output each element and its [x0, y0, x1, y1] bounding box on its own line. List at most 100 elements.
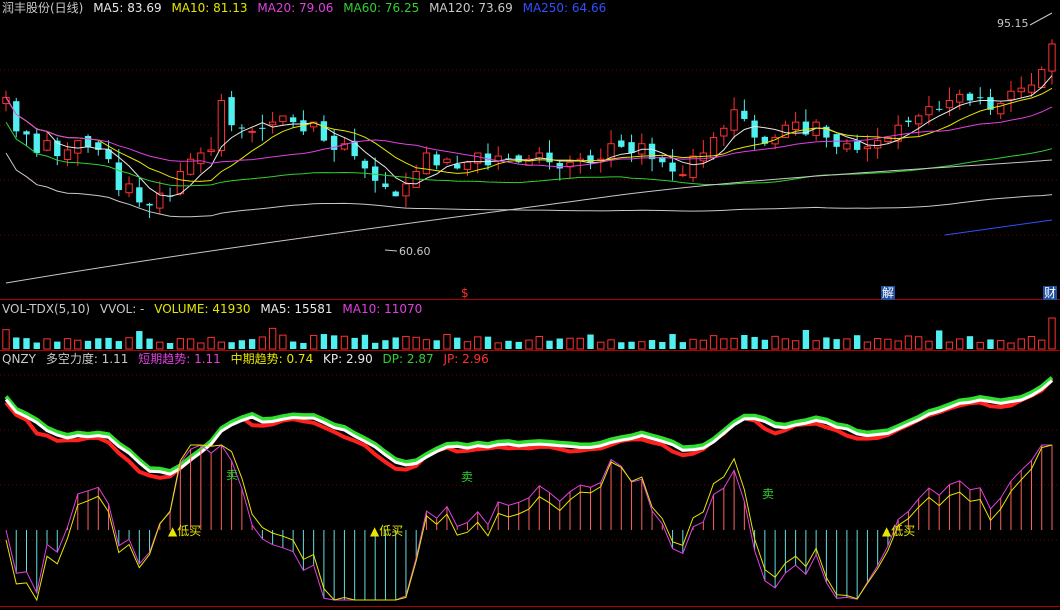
volume-bar — [463, 341, 472, 350]
volume-bar — [115, 341, 122, 349]
volume-bar — [351, 337, 358, 349]
candle-body — [730, 109, 738, 131]
candle-body — [23, 131, 30, 135]
candle-body — [546, 152, 553, 163]
volume-bar — [802, 329, 810, 349]
volume-bar — [23, 338, 30, 349]
volume-bar — [74, 339, 82, 350]
candle-body — [217, 99, 226, 152]
candle-body — [125, 183, 133, 194]
volume-bar — [823, 337, 830, 349]
volume-bar — [936, 330, 943, 349]
panel-divider-volume — [0, 299, 1060, 300]
volume-bar — [84, 340, 92, 349]
panel-divider-bottom — [0, 606, 1060, 607]
volume-bar — [279, 334, 287, 350]
volume-bar — [873, 338, 882, 350]
volume-bar — [781, 338, 790, 350]
volume-bar — [54, 341, 61, 349]
volume-bar — [382, 340, 389, 349]
candle-body — [873, 140, 882, 149]
volume-label: VOLUME: 41930 — [154, 302, 251, 316]
volume-bar — [689, 338, 697, 350]
volume-bar — [956, 338, 964, 350]
volume-bar — [1017, 338, 1025, 350]
dp-line — [4, 376, 1054, 474]
low-price-pointer — [384, 249, 398, 252]
candle-body — [853, 141, 861, 150]
volume-bar — [402, 335, 410, 350]
high-price-pointer — [1029, 12, 1053, 26]
qnzy-indicator — [4, 376, 1054, 480]
candle-body — [977, 97, 984, 99]
candle-body — [176, 171, 185, 195]
candle-body — [268, 121, 277, 126]
volume-bar — [2, 329, 10, 350]
candle-body — [115, 162, 122, 191]
vvol-label: VVOL: - — [99, 302, 145, 316]
candle-body — [382, 183, 389, 187]
volume-bar — [699, 339, 708, 350]
volume-bar — [361, 334, 369, 349]
volume-bar — [535, 335, 543, 350]
candle-body — [63, 149, 72, 160]
candle-body — [905, 120, 912, 123]
volume-bar — [1007, 342, 1015, 350]
ind-name[interactable]: QNZY — [2, 352, 36, 366]
volume-bar — [843, 338, 851, 350]
volume-bar — [258, 336, 267, 350]
ma5-label: MA5: 83.69 — [93, 1, 162, 15]
volume-bar — [43, 338, 51, 350]
unlock-mark[interactable]: 解 — [881, 286, 896, 300]
volume-bar — [556, 338, 563, 349]
volume-bar — [371, 342, 379, 349]
volume-bar — [884, 338, 892, 350]
vol-ma10-label: MA10: 11070 — [342, 302, 423, 316]
volume-bar — [1038, 339, 1046, 350]
volume-bar — [791, 340, 800, 350]
candle-body — [618, 140, 625, 147]
volume-bar — [197, 342, 205, 350]
low-price-label: 60.60 — [399, 245, 431, 258]
candle-body — [556, 163, 563, 169]
candle-body — [279, 115, 287, 123]
dividend-mark[interactable]: $ — [461, 286, 469, 300]
candle-body — [443, 158, 451, 163]
volume-bar — [422, 339, 431, 350]
volume-bar — [300, 342, 307, 349]
stock-title[interactable]: 润丰股份(日线) — [2, 1, 83, 15]
candle-body — [587, 155, 594, 163]
volume-bar — [904, 335, 913, 350]
volume-bar — [812, 340, 820, 350]
volume-bar — [1027, 335, 1036, 350]
volume-bar — [566, 337, 574, 350]
candle-body — [207, 149, 215, 153]
volume-bar — [330, 335, 338, 349]
volume-bar — [546, 340, 553, 349]
main-header: 润丰股份(日线) MA5: 83.69 MA10: 81.13 MA20: 79… — [2, 0, 612, 16]
candle-body — [463, 161, 472, 170]
volume-bar — [976, 341, 984, 350]
candle-body — [679, 174, 687, 177]
candle-body — [648, 143, 656, 160]
candle-body — [392, 191, 399, 197]
vol-indicator-name[interactable]: VOL-TDX(5,10) — [2, 302, 90, 316]
volume-bar — [833, 339, 840, 349]
volume-bar — [720, 338, 728, 350]
volume-bar — [494, 342, 502, 350]
candle-body — [791, 121, 800, 131]
candle-body — [146, 203, 153, 206]
ind-jp: JP: 2.96 — [443, 352, 489, 366]
volume-bar — [638, 341, 646, 350]
volume-bar — [1048, 317, 1056, 350]
volume-bar — [659, 341, 666, 349]
volume-bar — [309, 334, 318, 350]
volume-bar — [95, 338, 102, 349]
volume-bar — [186, 338, 195, 350]
candle-body — [43, 140, 51, 151]
candle-body — [966, 93, 974, 101]
volume-bar — [525, 339, 533, 350]
candle-body — [454, 164, 461, 169]
finance-mark[interactable]: 财 — [1043, 286, 1058, 300]
ind-short-trend: 短期趋势: 1.11 — [138, 352, 221, 366]
